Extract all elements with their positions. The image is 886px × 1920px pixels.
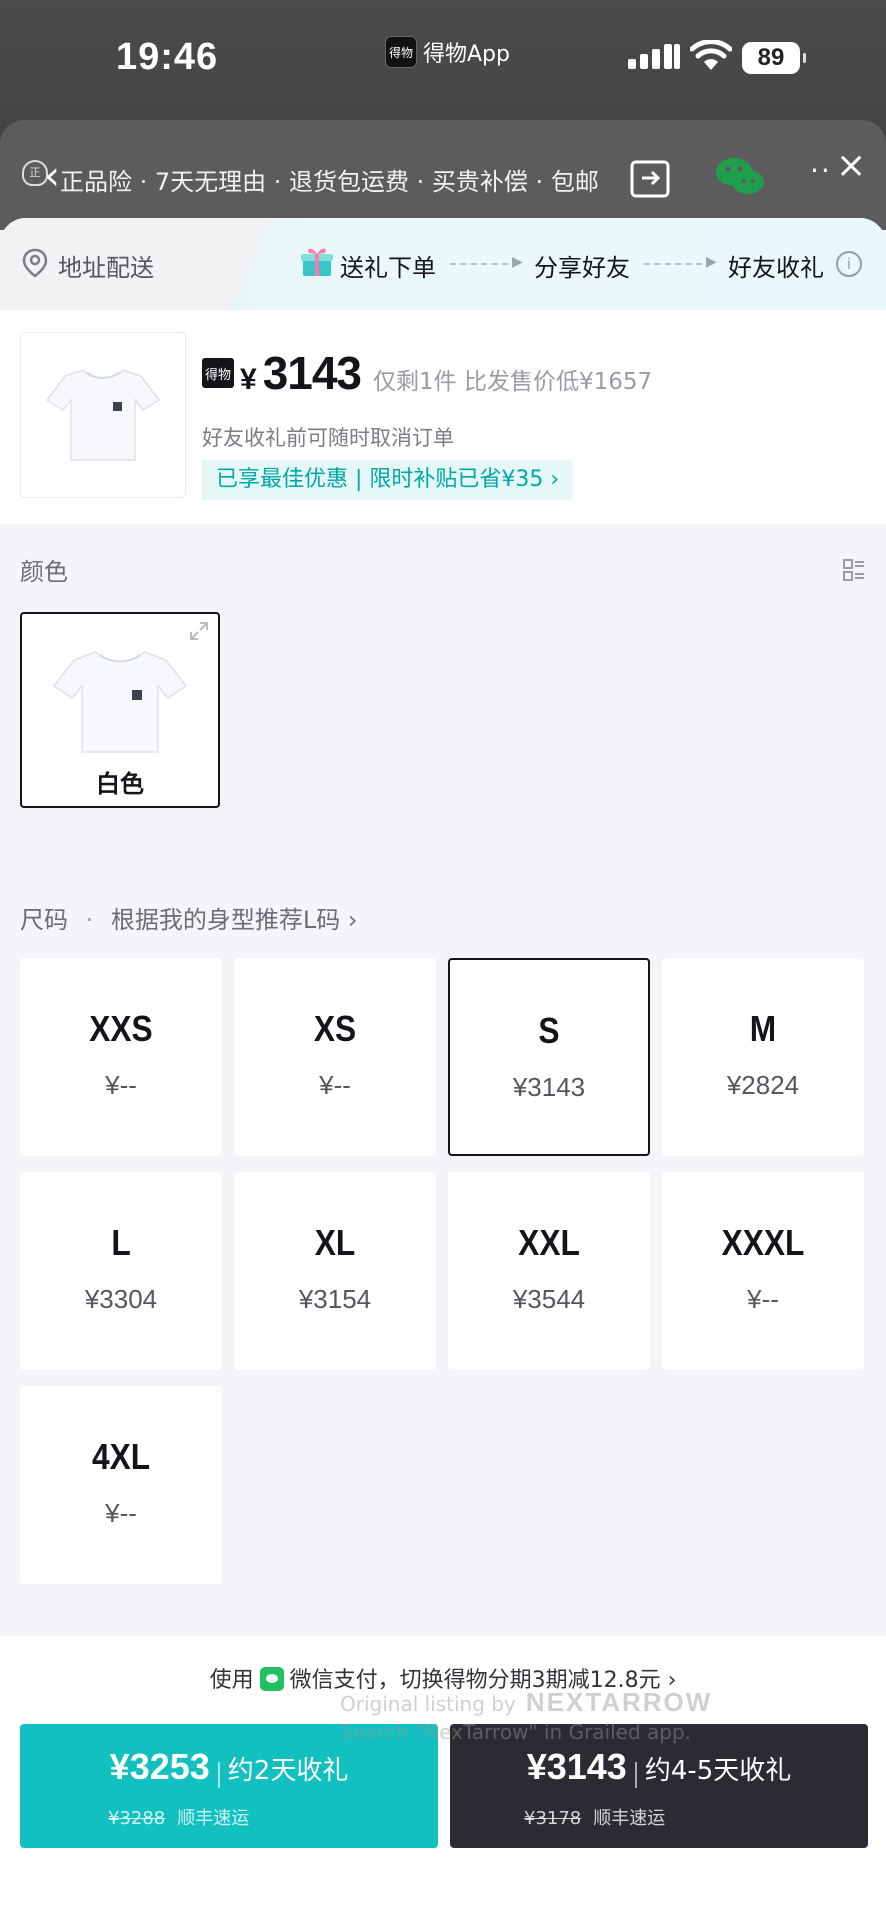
brand-badge-icon: 得物	[202, 358, 234, 388]
guarantee-items[interactable]: 正品险 · 7天无理由 · 退货包运费 · 买贵补偿 · 包邮	[60, 162, 599, 197]
buy-fast-price: ¥3253	[109, 1746, 210, 1787]
cancel-note: 好友收礼前可随时取消订单	[202, 426, 454, 450]
size-option-xxs[interactable]: XXS ¥--	[20, 958, 222, 1156]
size-label: XXL	[518, 1222, 580, 1263]
step-divider	[644, 263, 702, 265]
watermark: Original listing by NEXTARROW Search "Nex…	[340, 1688, 712, 1746]
size-option-xxxl[interactable]: XXXL ¥--	[662, 1172, 864, 1370]
tshirt-image	[52, 651, 188, 753]
watermark-line1: Original listing by	[340, 1692, 516, 1716]
info-icon[interactable]: i	[836, 251, 862, 277]
address-delivery-label[interactable]: 地址配送	[58, 248, 154, 283]
more-icon[interactable]: ··	[810, 154, 832, 187]
size-option-xl[interactable]: XL ¥3154	[234, 1172, 436, 1370]
guarantee-bar: 正 ‹ 正品险 · 7天无理由 · 退货包运费 · 买贵补偿 · 包邮 ·· ×	[0, 120, 886, 230]
share-icon[interactable]	[628, 156, 672, 200]
price-currency: ¥	[240, 363, 257, 396]
wechat-icon[interactable]	[714, 154, 766, 198]
status-app-indicator: 得物 得物App	[385, 36, 510, 68]
size-option-xxl[interactable]: XXL ¥3544	[448, 1172, 650, 1370]
size-label: XL	[314, 1222, 356, 1263]
size-label: XXXL	[721, 1222, 805, 1263]
separator	[634, 1761, 637, 1788]
app-logo-icon: 得物	[385, 36, 417, 68]
buy-normal-shipping: 顺丰速运	[593, 1808, 666, 1829]
list-view-icon[interactable]	[842, 558, 866, 582]
buy-normal-price: ¥3143	[526, 1746, 627, 1787]
buy-fast-sub: ¥3288 顺丰速运	[108, 1804, 249, 1830]
expand-icon[interactable]	[188, 620, 210, 642]
separator	[217, 1761, 220, 1788]
buy-normal-eta: 约4-5天收礼	[644, 1756, 792, 1786]
status-time: 19:46	[116, 36, 219, 78]
size-label: 4XL	[91, 1436, 151, 1477]
watermark-line2: Search "NexTarrow" in Grailed app.	[340, 1720, 692, 1744]
step-arrow-icon: ▶	[512, 254, 523, 270]
size-label: XXS	[89, 1008, 153, 1049]
size-price: ¥--	[105, 1498, 137, 1528]
size-price: ¥3154	[298, 1284, 372, 1314]
color-option-label: 白色	[96, 770, 144, 798]
step-arrow-icon: ▶	[706, 254, 717, 270]
checkout-area: 使用 微信支付，切换得物分期3期减12.8元 › ¥3253 约2天收礼 ¥3288…	[0, 1636, 886, 1920]
location-pin-icon	[22, 248, 48, 278]
size-price: ¥--	[105, 1070, 137, 1100]
gift-steps-bar: 地址配送 送礼下单 ▶ 分享好友 ▶ 好友收礼 i	[0, 218, 886, 310]
product-thumbnail[interactable]	[20, 332, 186, 498]
size-label: L	[111, 1222, 131, 1263]
wifi-icon	[690, 40, 732, 70]
color-section-label: 颜色	[20, 558, 68, 586]
step-divider	[450, 263, 508, 265]
size-option-4xl[interactable]: 4XL ¥--	[20, 1386, 222, 1584]
size-section-header: 尺码 · 根据我的身型推荐L码 ›	[20, 900, 358, 935]
size-price: ¥--	[319, 1070, 351, 1100]
buy-normal-sub: ¥3178 顺丰速运	[524, 1804, 665, 1830]
cellular-signal-icon	[628, 44, 680, 69]
size-price: ¥2824	[726, 1070, 800, 1100]
price-line: 得物 ¥ 3143 仅剩1件 比发售价低¥1657	[202, 346, 652, 400]
color-option-white[interactable]: 白色	[20, 612, 220, 808]
size-option-m[interactable]: M ¥2824	[662, 958, 864, 1156]
buy-fast-main: ¥3253 约2天收礼	[20, 1746, 438, 1788]
wechat-pay-icon	[259, 1667, 284, 1691]
purchase-sheet: 地址配送 送礼下单 ▶ 分享好友 ▶ 好友收礼 i 得物 ¥ 3143 仅剩1件…	[0, 218, 886, 1920]
stock-note: 仅剩1件 比发售价低¥1657	[373, 369, 653, 395]
buy-fast-shipping: 顺丰速运	[177, 1808, 250, 1829]
buy-normal-original-price: ¥3178	[524, 1808, 582, 1829]
tshirt-image	[45, 369, 161, 461]
size-price: ¥3143	[512, 1072, 586, 1102]
step-gift-order: 送礼下单	[340, 254, 436, 282]
buy-fast-eta: 约2天收礼	[227, 1756, 349, 1786]
separator-dot: ·	[85, 906, 94, 934]
size-label: M	[749, 1008, 777, 1049]
size-label: XS	[313, 1008, 357, 1049]
size-option-xs[interactable]: XS ¥--	[234, 958, 436, 1156]
step-friend-receive: 好友收礼	[728, 254, 824, 282]
size-recommendation-link[interactable]: 根据我的身型推荐L码 ›	[111, 906, 358, 934]
size-section-label: 尺码	[20, 906, 68, 934]
gift-icon	[301, 248, 333, 276]
size-option-l[interactable]: L ¥3304	[20, 1172, 222, 1370]
battery-icon: 89	[742, 42, 806, 74]
buy-fast-original-price: ¥3288	[108, 1808, 166, 1829]
close-icon[interactable]: ×	[836, 148, 866, 184]
size-price: ¥3544	[512, 1284, 586, 1314]
buy-normal-main: ¥3143 约4-5天收礼	[450, 1746, 868, 1788]
size-label: S	[538, 1010, 560, 1051]
status-app-name: 得物App	[423, 42, 510, 67]
product-summary: 得物 ¥ 3143 仅剩1件 比发售价低¥1657 好友收礼前可随时取消订单 已…	[0, 310, 886, 524]
promo-tag[interactable]: 已享最佳优惠 | 限时补贴已省¥35 ›	[202, 460, 574, 500]
product-price: 3143	[262, 347, 362, 399]
size-option-s[interactable]: S ¥3143	[448, 958, 650, 1156]
back-chevron-icon[interactable]: ‹	[44, 156, 60, 196]
step-share-friend: 分享好友	[534, 254, 630, 282]
watermark-brand: NEXTARROW	[525, 1687, 713, 1717]
size-price: ¥3304	[84, 1284, 158, 1314]
size-price: ¥--	[747, 1284, 779, 1314]
payment-prefix: 使用	[209, 1668, 254, 1693]
